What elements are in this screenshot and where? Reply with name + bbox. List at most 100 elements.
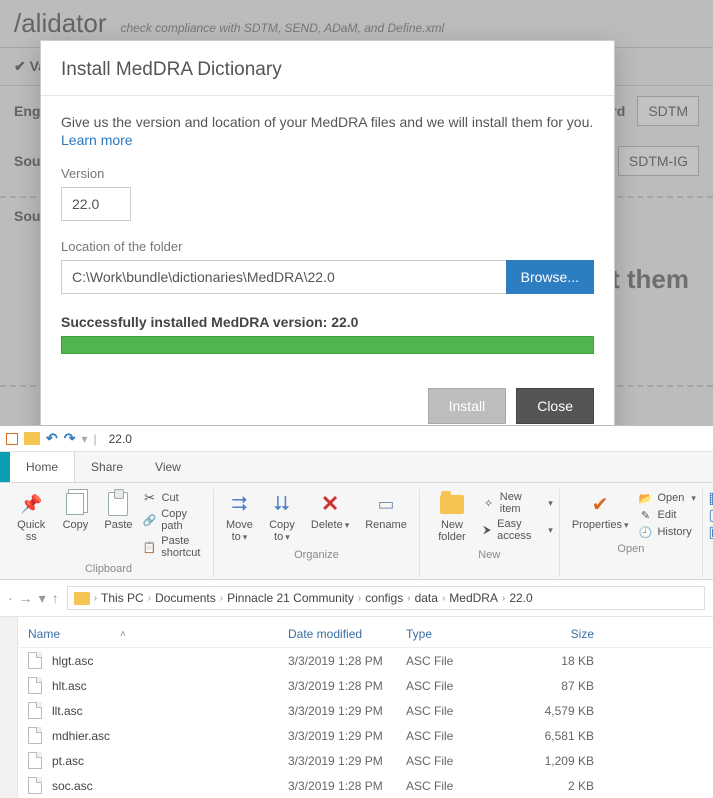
sort-asc-icon[interactable]: ˄ xyxy=(120,629,126,640)
file-row[interactable]: pt.asc3/3/2019 1:29 PMASC File1,209 KB xyxy=(0,748,713,773)
close-button[interactable]: Close xyxy=(516,388,594,424)
scissors-icon: ✂ xyxy=(143,491,157,505)
chevron-down-icon: ▾ xyxy=(548,498,553,509)
file-icon xyxy=(28,702,42,719)
dialog-intro: Give us the version and location of your… xyxy=(61,114,594,130)
col-size[interactable]: Size xyxy=(524,627,594,641)
delete-button[interactable]: ✕ Delete▾ xyxy=(305,489,355,533)
file-name: hlgt.asc xyxy=(52,654,288,668)
move-to-button[interactable]: ⮆ Move to▾ xyxy=(220,489,259,545)
undo-icon[interactable]: ↶ xyxy=(46,430,58,447)
paste-button[interactable]: Paste xyxy=(98,489,138,533)
config-select[interactable]: SDTM-IG xyxy=(618,146,699,176)
file-type: ASC File xyxy=(406,704,524,718)
file-row[interactable]: mdhier.asc3/3/2019 1:29 PMASC File6,581 … xyxy=(0,723,713,748)
breadcrumb-item[interactable]: This PC xyxy=(101,591,144,605)
ribbon-tabs: Home Share View xyxy=(0,452,713,483)
invert-selection-button[interactable]: ▣ xyxy=(709,525,713,539)
col-date[interactable]: Date modified xyxy=(288,627,406,641)
file-date: 3/3/2019 1:29 PM xyxy=(288,704,406,718)
version-label: Version xyxy=(61,166,594,181)
file-type: ASC File xyxy=(406,754,524,768)
copy-icon xyxy=(62,491,88,517)
file-type: ASC File xyxy=(406,679,524,693)
paste-icon xyxy=(105,491,131,517)
folder-icon xyxy=(74,592,90,605)
file-size: 18 KB xyxy=(524,654,594,668)
window-title: 22.0 xyxy=(109,432,132,446)
location-input[interactable] xyxy=(61,260,506,294)
history-icon: 🕘 xyxy=(638,525,652,539)
open-button[interactable]: 📂Open▾ xyxy=(638,491,695,505)
nav-up-icon[interactable]: ↑ xyxy=(52,590,59,607)
clipboard-group-label: Clipboard xyxy=(85,559,132,577)
copy-path-button[interactable]: 🔗Copy path xyxy=(143,508,207,532)
file-icon xyxy=(28,677,42,694)
qat-dropdown-icon[interactable]: ▾ xyxy=(81,432,87,446)
breadcrumb-item[interactable]: data xyxy=(415,591,438,605)
cut-button[interactable]: ✂Cut xyxy=(143,491,207,505)
col-type[interactable]: Type xyxy=(406,627,524,641)
easy-access-button[interactable]: ⮞Easy access▾ xyxy=(482,518,553,542)
invert-selection-icon: ▣ xyxy=(709,525,713,539)
tab-home[interactable]: Home xyxy=(10,452,75,482)
tab-view[interactable]: View xyxy=(139,452,197,482)
history-button[interactable]: 🕘History xyxy=(638,525,695,539)
file-name: llt.asc xyxy=(52,704,288,718)
install-button[interactable]: Install xyxy=(428,388,507,424)
nav-forward-icon[interactable]: → xyxy=(19,590,33,607)
app-subtitle: check compliance with SDTM, SEND, ADaM, … xyxy=(121,21,445,35)
app-title: /alidator xyxy=(14,8,107,39)
chevron-down-icon: ▾ xyxy=(285,532,290,542)
breadcrumb-item[interactable]: configs xyxy=(365,591,403,605)
nav-back-icon[interactable]: · xyxy=(8,590,13,607)
version-input[interactable] xyxy=(61,187,131,221)
breadcrumb-item[interactable]: Pinnacle 21 Community xyxy=(227,591,354,605)
file-row[interactable]: hlt.asc3/3/2019 1:28 PMASC File87 KB xyxy=(0,673,713,698)
paste-shortcut-icon: 📋 xyxy=(143,540,157,554)
open-group-label: Open xyxy=(617,539,644,557)
new-folder-button[interactable]: New folder xyxy=(426,489,478,545)
nav-pane-gutter[interactable] xyxy=(0,617,18,798)
select-all-button[interactable]: ▦ xyxy=(709,491,713,505)
redo-icon[interactable]: ↷ xyxy=(64,430,76,447)
nav-recent-icon[interactable]: ▾ xyxy=(39,590,46,607)
delete-icon: ✕ xyxy=(317,491,343,517)
select-none-icon: ▢ xyxy=(709,508,713,522)
tab-share[interactable]: Share xyxy=(75,452,139,482)
new-item-button[interactable]: ✧New item▾ xyxy=(482,491,553,515)
easy-access-icon: ⮞ xyxy=(482,523,492,537)
edit-icon: ✎ xyxy=(638,508,652,522)
breadcrumb-item[interactable]: 22.0 xyxy=(509,591,532,605)
organize-group-label: Organize xyxy=(294,545,339,563)
copy-button[interactable]: Copy xyxy=(56,489,94,533)
rename-button[interactable]: ▭ Rename xyxy=(359,489,413,533)
column-headers[interactable]: Name ˄ Date modified Type Size xyxy=(0,617,713,648)
paste-shortcut-button[interactable]: 📋Paste shortcut xyxy=(143,535,207,559)
col-name[interactable]: Name xyxy=(28,627,60,641)
file-icon xyxy=(28,752,42,769)
success-message: Successfully installed MedDRA version: 2… xyxy=(61,314,594,330)
standard-select[interactable]: SDTM xyxy=(637,96,699,126)
edit-button[interactable]: ✎Edit xyxy=(638,508,695,522)
file-row[interactable]: hlgt.asc3/3/2019 1:28 PMASC File18 KB xyxy=(0,648,713,673)
pin-quick-access-button[interactable]: 📌 Quick ss xyxy=(10,489,52,545)
file-tab-accent[interactable] xyxy=(0,452,10,482)
chevron-down-icon: ▾ xyxy=(691,493,696,504)
breadcrumb-item[interactable]: Documents xyxy=(155,591,216,605)
select-all-icon: ▦ xyxy=(709,491,713,505)
copy-to-button[interactable]: ⮇ Copy to▾ xyxy=(263,489,301,545)
browse-button[interactable]: Browse... xyxy=(506,260,594,294)
file-row[interactable]: llt.asc3/3/2019 1:29 PMASC File4,579 KB xyxy=(0,698,713,723)
properties-button[interactable]: ✔ Properties▾ xyxy=(566,489,635,533)
select-none-button[interactable]: ▢ xyxy=(709,508,713,522)
file-size: 1,209 KB xyxy=(524,754,594,768)
file-type: ASC File xyxy=(406,729,524,743)
chevron-down-icon: ▾ xyxy=(548,525,553,536)
file-name: pt.asc xyxy=(52,754,288,768)
breadcrumb-item[interactable]: MedDRA xyxy=(449,591,498,605)
explorer-app-icon xyxy=(6,433,18,445)
learn-more-link[interactable]: Learn more xyxy=(61,132,133,148)
breadcrumb[interactable]: › This PC› Documents› Pinnacle 21 Commun… xyxy=(67,586,705,610)
new-item-icon: ✧ xyxy=(482,496,495,510)
